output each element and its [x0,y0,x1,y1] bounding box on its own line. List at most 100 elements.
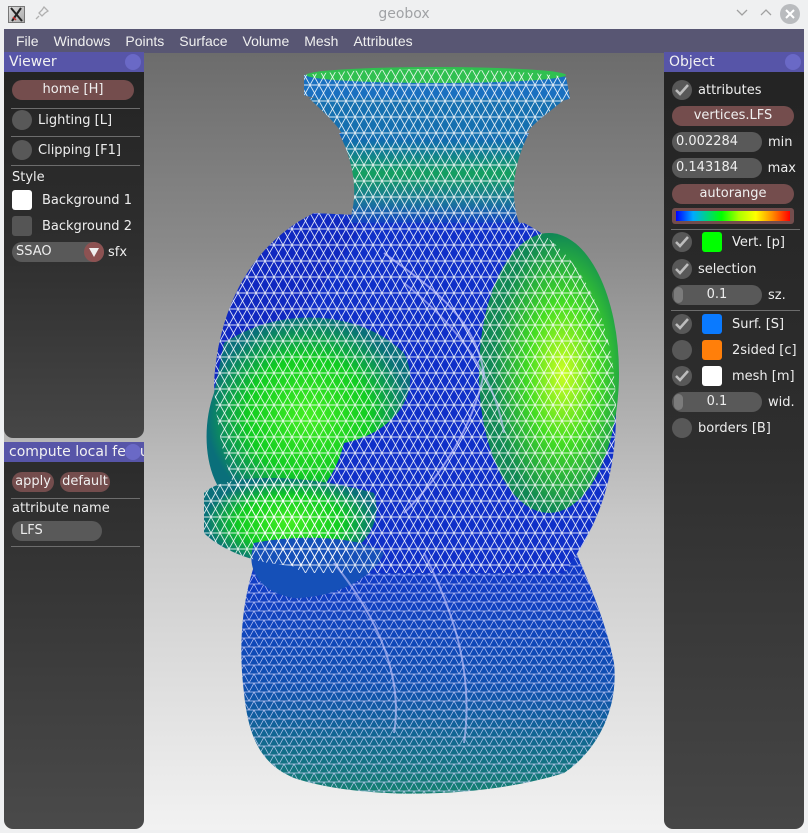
lighting-checkbox[interactable] [12,110,32,130]
surface-label: Surf. [S] [732,316,785,332]
menu-volume[interactable]: Volume [243,33,290,49]
home-button[interactable]: home [H] [12,80,134,100]
chevron-down-icon[interactable] [84,242,104,262]
vertices-color-swatch[interactable] [702,232,722,252]
selection-checkbox[interactable] [672,259,692,279]
divider [11,546,140,547]
mesh-color-swatch[interactable] [702,366,722,386]
menu-surface[interactable]: Surface [179,33,227,49]
mesh-width-value: 0.1 [706,394,728,409]
selection-toggle[interactable]: selection [672,259,796,279]
surface-checkbox[interactable] [672,314,692,334]
point-size-value: 0.1 [706,287,728,302]
default-button[interactable]: default [60,472,110,492]
background2-row[interactable]: Background 2 [12,216,136,236]
menu-windows[interactable]: Windows [54,33,111,49]
sfx-label: sfx [108,244,128,260]
attribute-select-button[interactable]: vertices.LFS [672,106,794,126]
two-sided-label: 2sided [c] [732,342,797,358]
min-input[interactable]: 0.002284 [672,132,762,152]
two-sided-checkbox[interactable] [672,340,692,360]
divider [671,229,800,230]
clipping-toggle[interactable]: Clipping [F1] [12,140,136,160]
borders-checkbox[interactable] [672,418,692,438]
divider [11,165,140,166]
sfx-dropdown[interactable]: SSAO [12,242,104,262]
attribute-name-label: attribute name [12,501,110,516]
point-size-label: sz. [768,287,786,303]
mesh-toggle[interactable]: mesh [m] [672,366,796,386]
colormap-selector[interactable] [672,208,794,224]
two-sided-color-swatch[interactable] [702,340,722,360]
apply-button[interactable]: apply [12,472,54,492]
collapse-button[interactable] [125,54,141,70]
borders-label: borders [B] [698,420,771,436]
sfx-selected: SSAO [16,244,52,259]
compute-panel-header[interactable]: compute local feature size [4,442,144,462]
attribute-name-input[interactable]: LFS [12,521,102,541]
slider-handle[interactable] [674,394,683,410]
check-icon [675,318,689,330]
slider-handle[interactable] [674,287,683,303]
menu-attributes[interactable]: Attributes [353,33,412,49]
viewer-panel-header[interactable]: Viewer [4,52,144,72]
mesh-width-label: wid. [768,394,795,410]
lighting-label: Lighting [L] [38,112,113,128]
object-panel-header[interactable]: Object [664,52,804,72]
background2-color-swatch[interactable] [12,216,32,236]
max-input[interactable]: 0.143184 [672,158,762,178]
selection-label: selection [698,261,757,277]
divider [671,310,800,311]
mesh-label: mesh [m] [732,368,795,384]
attributes-checkbox[interactable] [672,80,692,100]
check-icon [675,84,689,96]
point-size-slider[interactable]: 0.1 [672,285,762,305]
window-title: geobox [378,6,430,22]
check-icon [675,370,689,382]
check-icon [675,263,689,275]
background1-row[interactable]: Background 1 [12,190,136,210]
divider [11,108,140,109]
divider [11,498,140,499]
max-label: max [767,160,796,176]
divider [11,136,140,137]
viewer-panel-title: Viewer [9,54,57,70]
close-icon[interactable] [780,4,800,24]
style-heading: Style [12,170,45,185]
mesh-checkbox[interactable] [672,366,692,386]
compute-lfs-panel: compute local feature size apply default… [4,442,144,829]
compute-panel-title: compute local feature size [9,444,144,460]
background1-label: Background 1 [42,192,132,208]
menu-mesh[interactable]: Mesh [304,33,338,49]
autorange-button[interactable]: autorange [672,184,794,204]
mesh-width-slider[interactable]: 0.1 [672,392,762,412]
viewer-panel: Viewer home [H] Lighting [L] Clipping [F… [4,52,144,438]
object-panel-title: Object [669,54,715,70]
surface-color-swatch[interactable] [702,314,722,334]
collapse-button[interactable] [785,54,801,70]
attributes-toggle[interactable]: attributes [672,80,796,100]
colormap-gradient [676,211,790,221]
surface-toggle[interactable]: Surf. [S] [672,314,796,334]
lighting-toggle[interactable]: Lighting [L] [12,110,136,130]
borders-toggle[interactable]: borders [B] [672,418,796,438]
vertices-checkbox[interactable] [672,232,692,252]
menu-bar: File Windows Points Surface Volume Mesh … [4,29,804,53]
collapse-button[interactable] [125,444,141,460]
object-panel: Object attributes vertices.LFS 0.002284 … [664,52,804,829]
attributes-label: attributes [698,82,762,98]
minimize-icon[interactable] [733,5,751,23]
vertices-toggle[interactable]: Vert. [p] [672,232,796,252]
min-label: min [768,134,793,150]
background2-label: Background 2 [42,218,132,234]
menu-file[interactable]: File [16,33,39,49]
background1-color-swatch[interactable] [12,190,32,210]
vertices-label: Vert. [p] [732,234,785,250]
check-icon [675,236,689,248]
clipping-checkbox[interactable] [12,140,32,160]
menu-points[interactable]: Points [125,33,164,49]
title-bar: geobox [0,0,808,29]
two-sided-toggle[interactable]: 2sided [c] [672,340,797,360]
clipping-label: Clipping [F1] [38,142,121,158]
maximize-icon[interactable] [757,5,775,23]
